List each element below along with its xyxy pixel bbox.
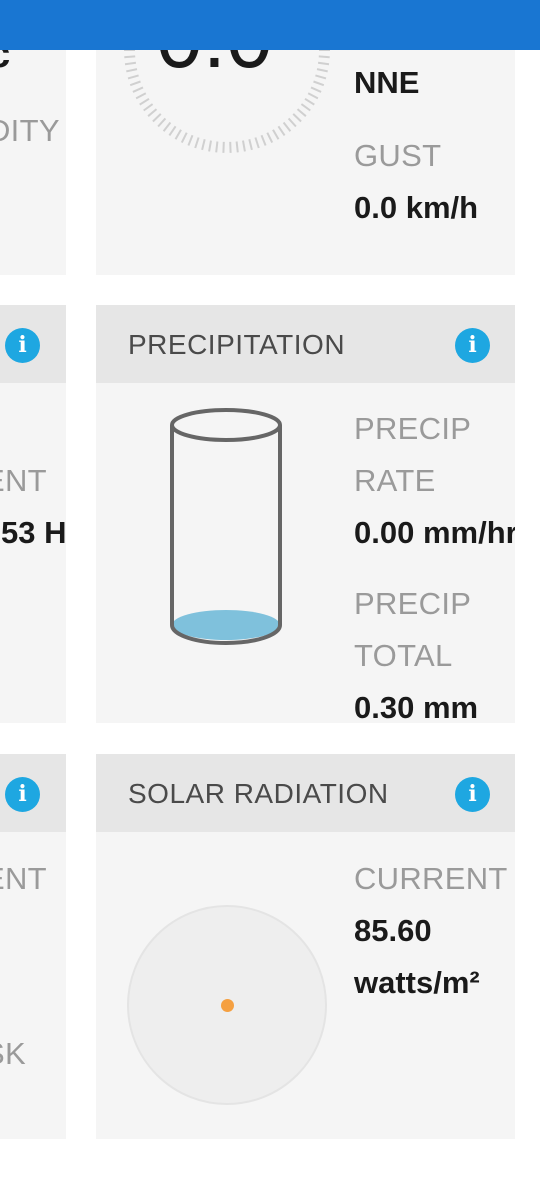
solar-radiation-header: SOLAR RADIATION i [96,754,515,832]
gauge-tick [266,132,274,144]
precipitation-title: PRECIPITATION [128,329,346,360]
gauge-tick [127,74,139,80]
gauge-tick [143,103,154,112]
gauge-tick [124,55,136,59]
precip-rate-value: 0.00 mm/hr [354,515,515,550]
left-card-partial-label: DITY [0,113,60,148]
gauge-tick [215,141,219,153]
gauge-tick [201,139,206,151]
gauge-tick [187,134,194,146]
wind-direction-value: NNE [354,65,420,100]
gauge-tick [317,61,330,66]
solar-radiation-title: SOLAR RADIATION [128,778,389,809]
precip-rate-label: PRECIP [354,411,472,446]
gauge-tick [282,121,292,132]
gauge-tick [287,117,297,128]
precip-total-label: PRECIP [354,586,472,621]
gauge-tick [157,117,167,128]
precip-total-label-2: TOTAL [354,638,453,673]
gauge-tick [254,137,260,149]
left-card-bottom: i ENT SK [0,754,66,1139]
gauge-tick [260,134,267,146]
gauge-tick [208,140,212,152]
sun-position-dot [221,999,234,1012]
gauge-tick [300,103,311,112]
gauge-tick [132,86,144,93]
gust-label: GUST [354,138,442,173]
gauge-tick [242,140,246,152]
gauge-tick [168,125,177,136]
gauge-tick [135,92,147,100]
gauge-tick [313,80,325,87]
gauge-tick [316,68,328,73]
gauge-tick [315,74,327,80]
info-icon[interactable]: i [5,328,40,363]
gauge-tick [272,129,280,140]
gauge-tick [180,132,188,144]
gauge-tick [235,141,239,153]
info-icon[interactable]: i [455,328,490,363]
gauge-tick [248,139,253,151]
rain-gauge-cylinder [170,408,282,645]
gauge-tick [152,113,162,123]
left-card-middle-header: i [0,305,66,383]
gauge-tick [296,108,307,117]
left-card-bottom-header: i [0,754,66,832]
precipitation-header: PRECIPITATION i [96,305,515,383]
precip-rate-label-2: RATE [354,463,436,498]
precipitation-card: PRECIPITATION i PRECIP RATE 0.00 mm/hr P… [96,305,515,723]
left-card-middle-label: ENT [0,463,47,498]
gauge-tick [304,97,315,106]
gauge-tick [129,80,141,87]
gauge-tick [194,137,200,149]
app-bar [0,0,540,50]
gauge-tick [147,108,158,117]
solar-unit: watts/m² [354,965,480,1000]
solar-value: 85.60 [354,913,432,948]
gauge-tick [318,55,330,59]
solar-current-label: CURRENT [354,861,508,896]
gauge-tick [292,113,302,123]
info-icon[interactable]: i [5,777,40,812]
left-card-bottom-label-2: SK [0,1036,26,1071]
gauge-tick [124,61,137,66]
gauge-tick [307,92,319,100]
gust-value: 0.0 km/h [354,190,479,225]
precip-total-value: 0.30 mm [354,690,479,723]
gauge-tick [126,68,138,73]
gauge-tick [310,86,322,93]
gauge-tick [277,125,286,136]
gauge-tick [174,129,182,140]
weather-dashboard: c DITY i ENT 53 H i ENT SK 0.0 NNE GUST … [0,0,540,1200]
left-card-middle: i ENT 53 H [0,305,66,723]
gauge-tick [162,121,172,132]
gauge-tick [139,97,150,106]
info-icon[interactable]: i [455,777,490,812]
left-card-bottom-label: ENT [0,861,47,896]
left-card-middle-value: 53 H [1,515,66,550]
